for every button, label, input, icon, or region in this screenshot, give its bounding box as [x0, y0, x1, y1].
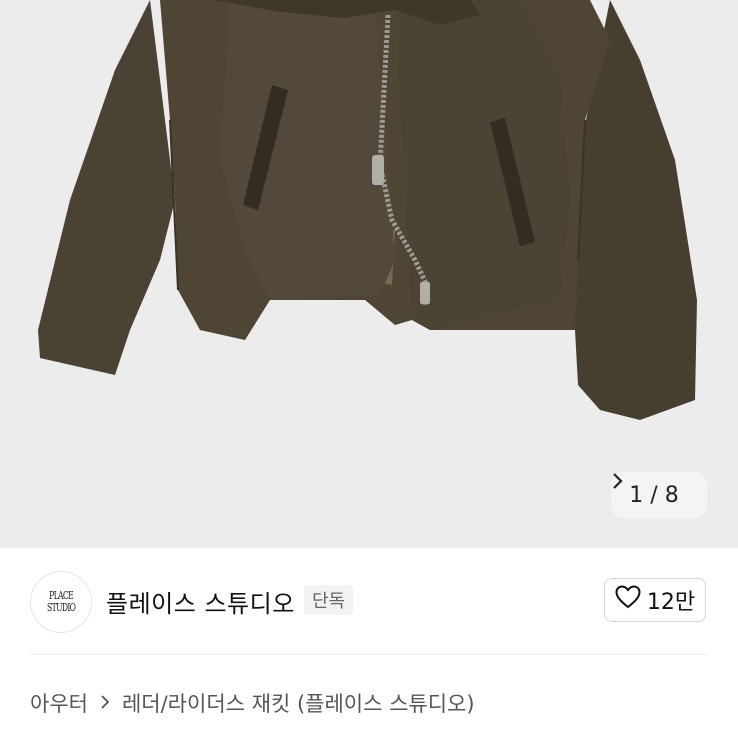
like-count: 12만 [646, 590, 696, 615]
exclusive-badge: 단독 [304, 585, 354, 615]
divider [30, 654, 708, 655]
image-counter[interactable]: 1 / 8 [611, 472, 707, 518]
brand-logo[interactable]: PLACE STUDIO [30, 571, 92, 633]
product-photo-jacket [38, 0, 697, 420]
product-image-gallery[interactable]: 1 / 8 [0, 0, 738, 548]
image-counter-separator: / [650, 482, 658, 508]
image-counter-total: 8 [664, 482, 679, 508]
like-button[interactable]: 12만 [604, 578, 706, 622]
breadcrumb: 아우터 레더/라이더스 재킷 (플레이스 스튜디오) [30, 688, 475, 718]
heart-icon [615, 585, 641, 615]
brand-logo-line2: STUDIO [46, 601, 76, 614]
breadcrumb-category[interactable]: 아우터 [30, 688, 88, 718]
brand-row: PLACE STUDIO 플레이스 스튜디오 단독 12만 [0, 548, 738, 656]
brand-name[interactable]: 플레이스 스튜디오 [106, 584, 295, 619]
chevron-right-icon [100, 691, 110, 715]
breadcrumb-subcategory[interactable]: 레더/라이더스 재킷 (플레이스 스튜디오) [122, 688, 475, 718]
image-counter-current: 1 [629, 482, 644, 508]
